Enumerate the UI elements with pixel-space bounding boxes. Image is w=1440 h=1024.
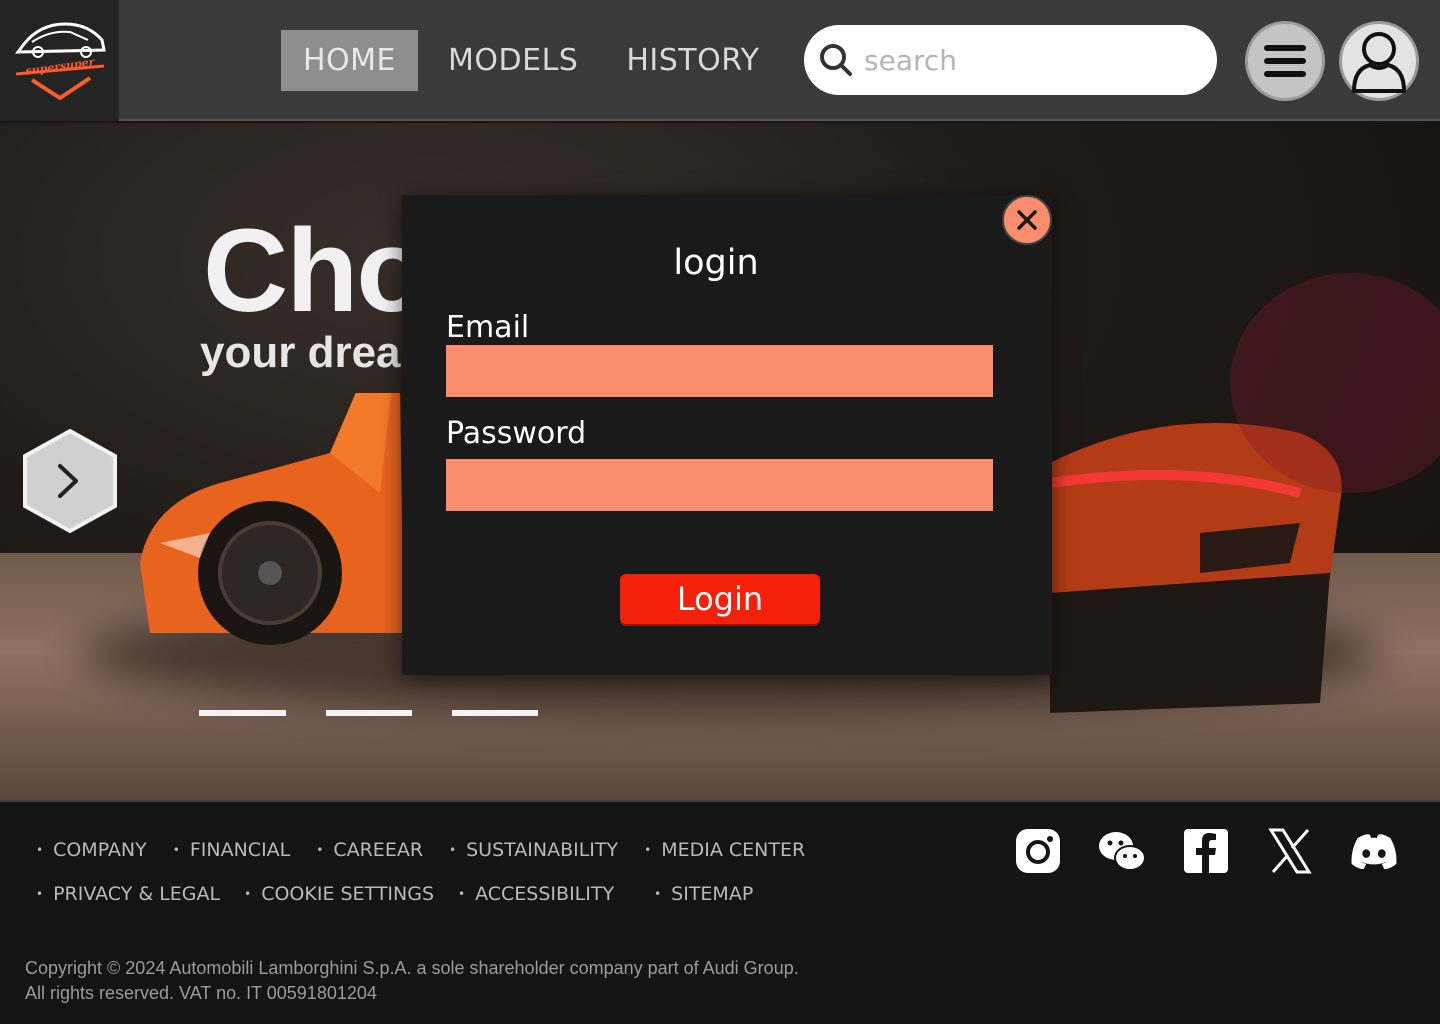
x-link[interactable] [1265,826,1315,876]
user-button[interactable] [1339,21,1419,101]
menu-button[interactable] [1245,21,1325,101]
instagram-link[interactable] [1013,826,1063,876]
footer-links: COMPANY FINANCIAL CAREEAR SUSTAINABILITY… [36,828,805,916]
facebook-icon [1184,829,1228,873]
nav-history[interactable]: HISTORY [608,30,777,91]
site-footer: COMPANY FINANCIAL CAREEAR SUSTAINABILITY… [0,800,1440,1024]
wechat-icon [1099,832,1146,871]
slide-indicators [199,710,538,716]
facebook-link[interactable] [1181,826,1231,876]
password-label: Password [446,416,587,451]
wechat-link[interactable] [1097,826,1147,876]
slide-dot-3[interactable] [452,710,538,716]
footer-link-company[interactable]: COMPANY [36,839,147,861]
car-rear-image [1050,273,1440,713]
footer-link-career[interactable]: CAREEAR [316,839,423,861]
footer-links-row: PRIVACY & LEGAL COOKIE SETTINGS ACCESSIB… [36,872,805,916]
search-box[interactable] [804,25,1217,95]
close-button[interactable] [1002,195,1052,245]
social-links [1013,826,1399,876]
discord-link[interactable] [1349,826,1399,876]
hamburger-icon [1264,45,1306,77]
main-nav: HOME MODELS HISTORY [281,30,777,91]
copyright-line-1: Copyright © 2024 Automobili Lamborghini … [25,958,799,978]
copyright-line-2: All rights reserved. VAT no. IT 00591801… [25,983,377,1003]
user-icon [1352,32,1406,93]
x-icon [1268,828,1312,874]
footer-link-financial[interactable]: FINANCIAL [173,839,290,861]
search-input[interactable] [864,43,1194,77]
email-label: Email [446,310,530,345]
email-field[interactable] [446,345,993,397]
copyright-text: Copyright © 2024 Automobili Lamborghini … [25,956,799,1006]
slide-dot-1[interactable] [199,710,286,716]
footer-link-media-center[interactable]: MEDIA CENTER [644,839,805,861]
footer-link-cookie-settings[interactable]: COOKIE SETTINGS [244,883,434,905]
hero-subtitle: your drea [200,328,401,377]
modal-title: login [673,243,759,283]
password-field[interactable] [446,459,993,511]
instagram-icon [1016,829,1060,873]
chevron-right-icon [23,428,117,534]
hero-next-button[interactable] [22,428,118,534]
close-icon [1017,210,1037,230]
nav-models[interactable]: MODELS [430,30,596,91]
hero-title: Cho [203,205,428,337]
footer-links-row: COMPANY FINANCIAL CAREEAR SUSTAINABILITY… [36,828,805,872]
logo[interactable]: supersuper [0,0,119,121]
car-front-image [140,393,410,645]
login-modal: login Email Password Login [402,195,1052,675]
footer-link-sitemap[interactable]: SITEMAP [654,883,753,905]
login-button[interactable]: Login [620,574,820,624]
discord-icon [1351,834,1397,870]
search-icon [820,44,852,76]
nav-home[interactable]: HOME [281,30,419,91]
site-header: supersuper HOME MODELS HISTORY [0,0,1440,121]
slide-dot-2[interactable] [326,710,412,716]
footer-link-privacy[interactable]: PRIVACY & LEGAL [36,883,220,905]
footer-link-sustainability[interactable]: SUSTAINABILITY [449,839,618,861]
footer-link-accessibility[interactable]: ACCESSIBILITY [458,883,614,905]
